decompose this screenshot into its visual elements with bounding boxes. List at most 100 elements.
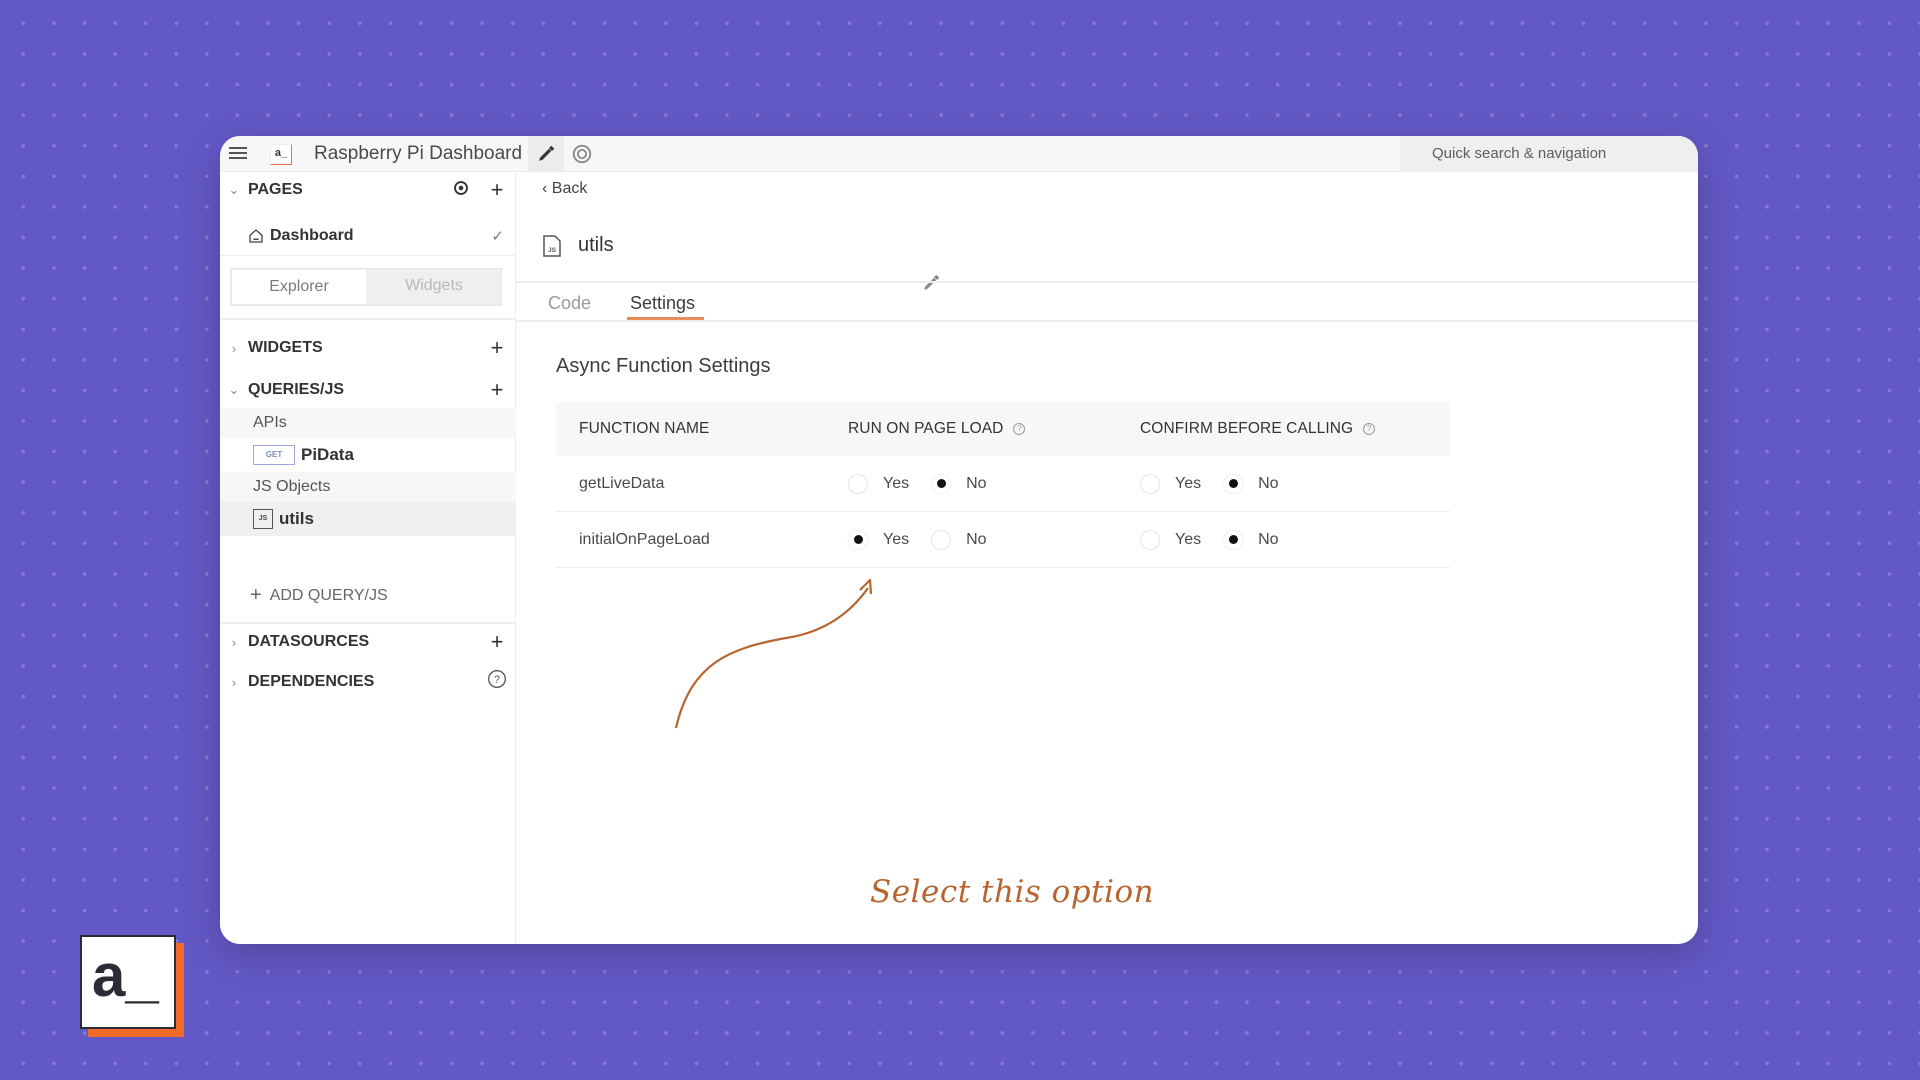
back-link[interactable]: ‹ Back bbox=[542, 180, 587, 198]
dependencies-section-header[interactable]: › DEPENDENCIES ? bbox=[220, 667, 516, 697]
datasources-section-header[interactable]: › DATASOURCES + bbox=[220, 627, 516, 657]
quick-search-input[interactable]: Quick search & navigation bbox=[1400, 136, 1698, 172]
gear-icon bbox=[454, 180, 468, 195]
confirm-before-calling-radio-group: Yes No bbox=[1140, 529, 1440, 550]
js-objects-group-label: JS Objects bbox=[220, 472, 516, 502]
edit-mode-button[interactable] bbox=[528, 136, 564, 172]
add-page-button[interactable]: + bbox=[486, 177, 508, 203]
confirm-before-calling-yes-radio[interactable]: Yes bbox=[1140, 473, 1202, 494]
queries-label: QUERIES/JS bbox=[248, 381, 345, 398]
widgets-tab[interactable]: Widgets bbox=[367, 269, 501, 305]
hamburger-menu-icon[interactable] bbox=[228, 144, 248, 164]
chevron-right-icon: › bbox=[231, 340, 237, 356]
page-name: Dashboard bbox=[270, 226, 354, 244]
divider bbox=[220, 622, 516, 624]
file-header: JS utils bbox=[542, 234, 614, 257]
main-panel: ‹ Back JS utils Code Settings Async Func… bbox=[516, 172, 1698, 944]
run-on-page-load-radio-group: Yes No bbox=[848, 473, 1140, 494]
run-on-page-load-no-radio[interactable]: No bbox=[931, 529, 987, 550]
run-on-page-load-yes-radio[interactable]: Yes bbox=[848, 473, 909, 494]
column-header-confirm-before-calling: CONFIRM BEFORE CALLING ? bbox=[1140, 420, 1440, 438]
header-label: CONFIRM BEFORE CALLING bbox=[1140, 420, 1354, 437]
dependencies-label: DEPENDENCIES bbox=[248, 673, 375, 690]
datasources-label: DATASOURCES bbox=[248, 633, 370, 650]
app-name: Raspberry Pi Dashboard bbox=[314, 143, 523, 164]
add-widget-button[interactable]: + bbox=[486, 335, 508, 361]
table-header: FUNCTION NAME RUN ON PAGE LOAD ? CONFIRM… bbox=[556, 402, 1450, 456]
table-row: initialOnPageLoad Yes No Yes No bbox=[556, 512, 1450, 568]
radio-circle[interactable] bbox=[1140, 473, 1160, 494]
api-item-pidata[interactable]: GET PiData bbox=[220, 438, 516, 472]
chevron-left-icon: ‹ bbox=[542, 180, 548, 197]
function-settings-table: FUNCTION NAME RUN ON PAGE LOAD ? CONFIRM… bbox=[556, 402, 1450, 568]
radio-label: No bbox=[966, 530, 987, 548]
divider bbox=[220, 318, 516, 320]
explorer-tab[interactable]: Explorer bbox=[232, 270, 366, 304]
get-method-badge: GET bbox=[253, 445, 295, 465]
pages-section-header[interactable]: ⌄ PAGES + bbox=[220, 175, 516, 205]
radio-circle[interactable] bbox=[931, 529, 952, 550]
page-item-dashboard[interactable]: Dashboard ✓ bbox=[220, 216, 516, 256]
page-settings-button[interactable] bbox=[452, 179, 470, 202]
api-name: PiData bbox=[301, 445, 354, 464]
radio-circle[interactable] bbox=[1223, 473, 1244, 494]
chevron-down-icon: ⌄ bbox=[228, 182, 240, 197]
radio-circle[interactable] bbox=[848, 473, 868, 494]
title-bar: a_ Raspberry Pi Dashboard ⌄ Quick search… bbox=[220, 136, 1698, 172]
apis-group-label: APIs bbox=[220, 408, 516, 438]
brand-logo: a_ bbox=[80, 935, 184, 1037]
widgets-label: WIDGETS bbox=[248, 339, 323, 356]
radio-circle[interactable] bbox=[848, 529, 868, 550]
add-datasource-button[interactable]: + bbox=[486, 629, 508, 655]
plus-icon: + bbox=[250, 584, 262, 606]
arrow-head bbox=[859, 578, 873, 595]
column-header-function-name: FUNCTION NAME bbox=[579, 420, 710, 437]
svg-text:?: ? bbox=[494, 674, 500, 686]
add-query-js-button[interactable]: + ADD QUERY/JS bbox=[250, 584, 388, 607]
confirm-before-calling-yes-radio[interactable]: Yes bbox=[1140, 529, 1202, 550]
function-name: getLiveData bbox=[579, 474, 665, 492]
confirm-before-calling-no-radio[interactable]: No bbox=[1223, 473, 1279, 494]
help-icon[interactable]: ? bbox=[1013, 423, 1026, 435]
eye-icon bbox=[572, 144, 592, 164]
dependencies-help-button[interactable]: ? bbox=[486, 669, 508, 695]
table-row: getLiveData Yes No Yes No bbox=[556, 456, 1450, 512]
header-label: RUN ON PAGE LOAD bbox=[848, 420, 1004, 437]
tab-settings[interactable]: Settings bbox=[630, 293, 695, 314]
queries-section-header[interactable]: ⌄ QUERIES/JS + bbox=[220, 375, 516, 405]
chevron-right-icon: › bbox=[231, 634, 237, 650]
radio-label: Yes bbox=[1175, 474, 1202, 492]
back-label: Back bbox=[551, 180, 588, 197]
js-object-name: utils bbox=[279, 509, 314, 528]
arrow-curve bbox=[674, 587, 869, 729]
confirm-before-calling-no-radio[interactable]: No bbox=[1223, 529, 1279, 550]
add-query-button[interactable]: + bbox=[486, 377, 508, 403]
sidebar: ⌄ PAGES + Dashboard ✓ Explorer Widgets ›… bbox=[220, 172, 516, 944]
home-icon bbox=[249, 228, 263, 243]
js-file-icon: JS bbox=[543, 234, 561, 257]
help-circle-icon: ? bbox=[488, 670, 506, 688]
radio-label: Yes bbox=[1175, 530, 1202, 548]
function-name: initialOnPageLoad bbox=[579, 530, 710, 548]
radio-circle[interactable] bbox=[1223, 529, 1244, 550]
app-window: a_ Raspberry Pi Dashboard ⌄ Quick search… bbox=[220, 136, 1698, 944]
js-item-utils[interactable]: JS utils bbox=[220, 502, 516, 536]
radio-circle[interactable] bbox=[931, 473, 952, 494]
rename-button[interactable] bbox=[922, 274, 940, 297]
run-on-page-load-radio-group: Yes No bbox=[848, 529, 1140, 550]
tab-code[interactable]: Code bbox=[548, 293, 591, 314]
view-mode-button[interactable] bbox=[564, 136, 600, 172]
app-name-dropdown[interactable]: Raspberry Pi Dashboard ⌄ bbox=[314, 143, 545, 165]
run-on-page-load-no-radio[interactable]: No bbox=[931, 473, 987, 494]
pencil-icon bbox=[924, 274, 940, 290]
radio-label: No bbox=[1258, 530, 1279, 548]
app-logo-icon: a_ bbox=[270, 144, 292, 165]
help-icon[interactable]: ? bbox=[1363, 423, 1376, 435]
brand-logo-mark: a_ bbox=[80, 935, 176, 1029]
pages-label: PAGES bbox=[248, 181, 303, 198]
file-name: utils bbox=[578, 234, 614, 256]
radio-circle[interactable] bbox=[1140, 529, 1160, 550]
widgets-section-header[interactable]: › WIDGETS + bbox=[220, 333, 516, 363]
run-on-page-load-yes-radio[interactable]: Yes bbox=[848, 529, 909, 550]
chevron-down-icon: ⌄ bbox=[228, 382, 240, 397]
